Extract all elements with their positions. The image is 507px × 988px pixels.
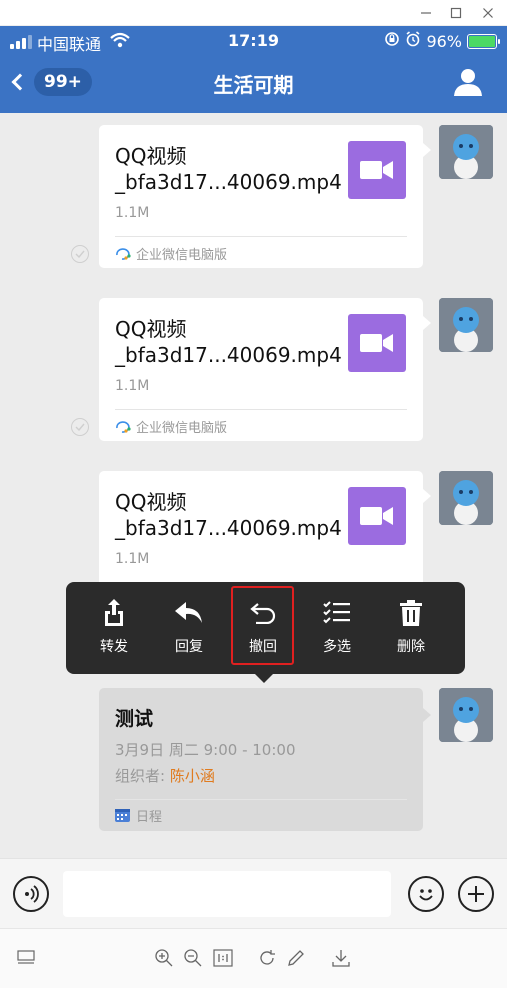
read-status-icon (71, 418, 89, 436)
rotate-icon[interactable] (256, 947, 278, 969)
battery-icon (467, 33, 500, 49)
menu-item-reply[interactable]: 回复 (159, 598, 219, 658)
orientation-lock-icon (384, 31, 400, 51)
event-time: 3月9日 周二 9:00 - 10:00 (115, 741, 296, 759)
menu-label: 转发 (100, 639, 128, 655)
battery-percent: 96% (426, 31, 462, 51)
source-label: 企业微信电脑版 (136, 248, 228, 263)
file-message[interactable]: QQ视频_bfa3d17...40069.mp4 1.1M 企业微信电脑版 (99, 298, 431, 441)
zoom-in-icon[interactable] (153, 947, 175, 969)
video-file-icon (348, 314, 406, 372)
viewer-toolbar (0, 928, 507, 988)
file-name: QQ视频_bfa3d17...40069.mp4 (115, 317, 342, 367)
video-file-icon (348, 141, 406, 199)
menu-label: 删除 (397, 639, 425, 655)
source-label: 企业微信电脑版 (136, 421, 228, 436)
message-text-input[interactable] (63, 871, 391, 917)
pencil-icon[interactable] (285, 947, 307, 969)
menu-item-delete[interactable]: 删除 (381, 598, 441, 658)
wecom-icon (116, 247, 131, 260)
checklist-icon (323, 598, 351, 628)
device-icon[interactable] (15, 947, 37, 969)
organizer-name[interactable]: 陈小涵 (170, 767, 215, 785)
chat-area[interactable]: QQ视频_bfa3d17...40069.mp4 1.1M 企业微信电脑版 QQ… (0, 113, 507, 858)
file-name: QQ视频_bfa3d17...40069.mp4 (115, 144, 342, 194)
divider (115, 409, 407, 410)
actual-size-icon[interactable] (212, 947, 234, 969)
smiley-icon (419, 889, 433, 901)
calendar-icon (115, 809, 130, 822)
minimize-icon[interactable] (416, 4, 436, 22)
event-organizer: 组织者: 陈小涵 (115, 765, 215, 786)
app-header: 中国联通 17:19 96% 99+ 生活可期 (0, 26, 507, 113)
reply-icon (175, 598, 203, 628)
file-size: 1.1M (115, 551, 150, 567)
message-input-bar (0, 858, 507, 928)
avatar[interactable] (439, 688, 493, 742)
emoji-button[interactable] (408, 876, 444, 912)
window-titlebar (0, 0, 507, 26)
voice-icon (25, 885, 39, 903)
message-source: 企业微信电脑版 (115, 417, 227, 436)
menu-item-multiselect[interactable]: 多选 (307, 598, 367, 658)
video-file-icon (348, 487, 406, 545)
divider (115, 236, 407, 237)
event-type-label: 日程 (136, 810, 163, 825)
file-size: 1.1M (115, 205, 150, 221)
wecom-icon (116, 420, 131, 433)
menu-label: 回复 (175, 639, 203, 655)
avatar[interactable] (439, 471, 493, 525)
plus-icon (468, 886, 484, 902)
zoom-out-icon[interactable] (182, 947, 204, 969)
download-icon[interactable] (330, 947, 352, 969)
status-bar: 中国联通 17:19 96% (0, 26, 507, 56)
recall-highlight-box (231, 586, 294, 665)
share-icon (103, 598, 125, 628)
file-name: QQ视频_bfa3d17...40069.mp4 (115, 490, 342, 540)
chat-title: 生活可期 (213, 73, 294, 97)
read-status-icon (71, 245, 89, 263)
maximize-icon[interactable] (446, 4, 466, 22)
event-type: 日程 (115, 806, 162, 825)
voice-input-button[interactable] (13, 876, 49, 912)
file-message[interactable]: QQ视频_bfa3d17...40069.mp4 1.1M 企业微信电脑版 (99, 125, 431, 268)
nav-bar: 99+ 生活可期 (0, 56, 507, 113)
organizer-label: 组织者: (115, 767, 170, 785)
event-title: 测试 (115, 708, 154, 730)
avatar[interactable] (439, 298, 493, 352)
menu-item-forward[interactable]: 转发 (84, 598, 144, 658)
close-icon[interactable] (478, 4, 498, 22)
menu-label: 多选 (323, 639, 351, 655)
contact-profile-icon[interactable] (453, 68, 483, 96)
divider (115, 799, 407, 800)
trash-icon (400, 598, 422, 628)
message-source: 企业微信电脑版 (115, 244, 227, 263)
avatar[interactable] (439, 125, 493, 179)
alarm-icon (405, 31, 421, 51)
calendar-event-message[interactable]: 测试 3月9日 周二 9:00 - 10:00 组织者: 陈小涵 日程 (99, 688, 431, 831)
more-button[interactable] (458, 876, 494, 912)
file-size: 1.1M (115, 378, 150, 394)
